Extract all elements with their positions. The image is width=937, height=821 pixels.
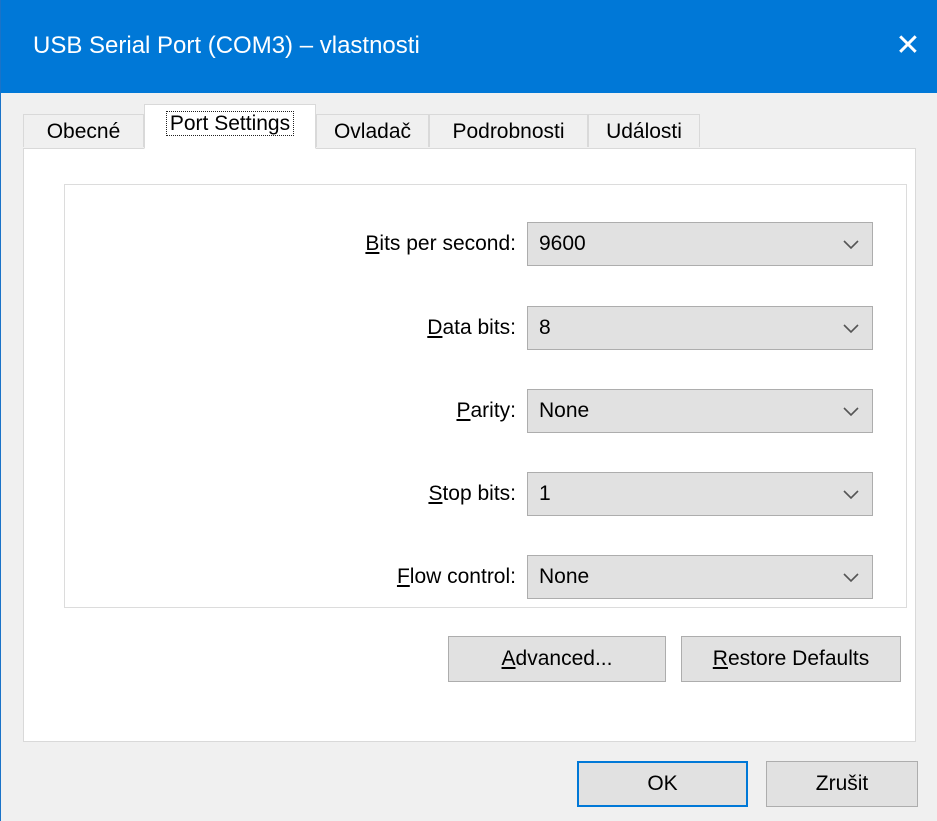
stop-bits-label: Stop bits:	[428, 482, 516, 505]
chevron-down-icon	[843, 573, 859, 583]
title-bar: USB Serial Port (COM3) – vlastnosti ✕	[1, 0, 937, 93]
flow-control-label: Flow control:	[396, 565, 516, 588]
settings-group: Bits per second: 9600 Data bits: 8 Parit…	[64, 184, 907, 608]
cancel-button[interactable]: Zrušit	[766, 761, 918, 807]
chevron-down-icon	[843, 240, 859, 250]
tab-label: Události	[606, 120, 682, 143]
tab-label: Ovladač	[333, 120, 412, 143]
advanced-button[interactable]: Advanced...	[448, 636, 666, 682]
bits-per-second-value: 9600	[539, 232, 586, 255]
data-bits-select[interactable]: 8	[527, 306, 873, 350]
tab-port-settings[interactable]: Port Settings	[144, 104, 316, 149]
ok-button[interactable]: OK	[577, 761, 748, 807]
parity-select[interactable]: None	[527, 389, 873, 433]
flow-control-value: None	[539, 565, 590, 588]
tab-label: Podrobnosti	[452, 120, 565, 143]
stop-bits-value: 1	[539, 482, 551, 505]
chevron-down-icon	[843, 324, 859, 334]
properties-dialog: USB Serial Port (COM3) – vlastnosti ✕ Ob…	[0, 0, 937, 821]
close-icon[interactable]: ✕	[878, 26, 937, 70]
port-settings-panel: Bits per second: 9600 Data bits: 8 Parit…	[23, 148, 916, 742]
data-bits-value: 8	[539, 316, 551, 339]
tab-label: Port Settings	[165, 111, 295, 136]
chevron-down-icon	[843, 490, 859, 500]
stop-bits-select[interactable]: 1	[527, 472, 873, 516]
tab-ovladac[interactable]: Ovladač	[316, 114, 429, 147]
window-title: USB Serial Port (COM3) – vlastnosti	[33, 32, 420, 59]
chevron-down-icon	[843, 407, 859, 417]
bits-per-second-label: Bits per second:	[365, 232, 516, 255]
flow-control-select[interactable]: None	[527, 555, 873, 599]
tab-obecne[interactable]: Obecné	[23, 114, 144, 147]
data-bits-label: Data bits:	[427, 316, 516, 339]
tab-podrobnosti[interactable]: Podrobnosti	[429, 114, 588, 147]
tab-label: Obecné	[46, 120, 121, 143]
tab-udalosti[interactable]: Události	[588, 114, 700, 147]
parity-label: Parity:	[456, 399, 516, 422]
bits-per-second-select[interactable]: 9600	[527, 222, 873, 266]
restore-defaults-button[interactable]: Restore Defaults	[681, 636, 901, 682]
parity-value: None	[539, 399, 590, 422]
